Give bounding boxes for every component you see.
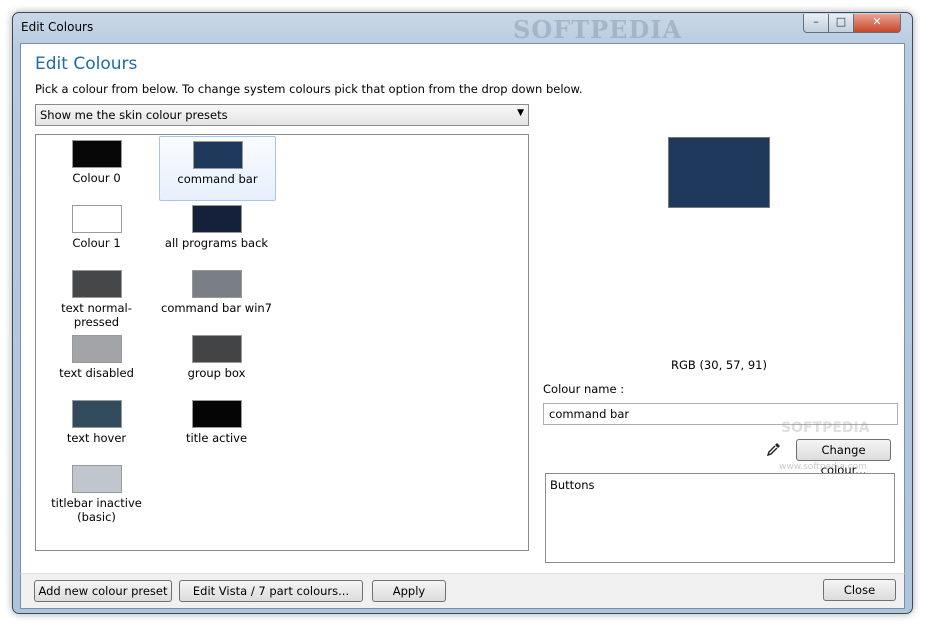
colour-preset-label: Colour 1 (72, 236, 121, 250)
colour-preset-item[interactable]: titlebar inactive (basic) (39, 461, 154, 524)
colour-presets-list: Colour 0 command bar Colour 1 all programs … (35, 134, 529, 551)
softpedia-url-watermark: www.softpedia.com (779, 462, 867, 472)
colour-preset-item[interactable]: group box (159, 331, 274, 394)
colour-preset-label: all programs back (164, 236, 269, 250)
rgb-value-text: RGB (30, 57, 91) (671, 358, 767, 372)
edit-colours-window: Edit Colours SOFTPEDIA – □ ✕ Edit Colour… (12, 12, 913, 614)
colour-swatch (71, 140, 122, 168)
change-colour-button[interactable]: Change colour... (796, 439, 891, 477)
page-title: Edit Colours (35, 54, 138, 74)
colour-name-label: Colour name : (543, 382, 625, 396)
colour-swatch (191, 205, 242, 233)
colour-preset-item[interactable]: title active (159, 396, 274, 459)
title-bar[interactable]: Edit Colours SOFTPEDIA – □ ✕ (13, 13, 912, 44)
colour-preset-item[interactable]: text disabled (39, 331, 154, 394)
window-title: Edit Colours (21, 20, 94, 34)
colour-preset-label: text disabled (59, 366, 134, 380)
colour-preset-label: Colour 0 (72, 171, 121, 185)
colour-swatch (71, 465, 122, 493)
colour-preset-item[interactable]: text hover (39, 396, 154, 459)
colour-swatch (71, 400, 122, 428)
colour-preview-swatch (668, 137, 770, 208)
colour-source-dropdown[interactable]: Show me the skin colour presets ▼ (35, 104, 529, 126)
colour-preset-label: text hover (66, 431, 127, 445)
colour-swatch (191, 270, 242, 298)
edit-vista-colours-button[interactable]: Edit Vista / 7 part colours... (179, 580, 363, 602)
colour-preset-label: title active (185, 431, 248, 445)
colour-preset-label: titlebar inactive (basic) (51, 496, 142, 524)
colour-usage-text: Buttons (550, 478, 595, 492)
add-colour-preset-button[interactable]: Add new colour preset (34, 580, 172, 602)
instructions-text: Pick a colour from below. To change syst… (35, 82, 583, 96)
colour-swatch (71, 205, 122, 233)
colour-preset-item[interactable]: all programs back (159, 201, 274, 264)
eyedropper-icon[interactable] (766, 441, 782, 457)
dialog-body: Edit Colours Pick a colour from below. T… (20, 43, 905, 575)
colour-preset-label: group box (187, 366, 246, 380)
maximize-button[interactable]: □ (828, 14, 854, 33)
softpedia-watermark: SOFTPEDIA (513, 15, 683, 44)
colour-swatch (191, 335, 242, 363)
minimize-button[interactable]: – (803, 14, 829, 33)
colour-swatch (191, 400, 242, 428)
colour-preset-item[interactable]: Colour 1 (39, 201, 154, 264)
colour-preset-item[interactable]: Colour 0 (39, 136, 154, 199)
colour-swatch (71, 335, 122, 363)
dialog-footer: Add new colour preset Edit Vista / 7 par… (20, 573, 905, 609)
apply-button[interactable]: Apply (372, 580, 446, 602)
close-button[interactable]: Close (823, 579, 896, 601)
colour-preset-item[interactable]: command bar win7 (159, 266, 274, 329)
chevron-down-icon: ▼ (517, 108, 524, 118)
colour-swatch (192, 141, 243, 169)
colour-usage-textarea[interactable]: Buttons (545, 473, 895, 563)
colour-preset-item[interactable]: text normal-pressed (39, 266, 154, 329)
colour-preset-label: text normal-pressed (61, 301, 132, 329)
colour-preset-item[interactable]: command bar (159, 136, 276, 201)
colour-preset-label: command bar (177, 172, 258, 186)
colour-preset-label: command bar win7 (161, 301, 272, 315)
colour-swatch (71, 270, 122, 298)
softpedia-watermark-small: SOFTPEDIA (781, 420, 870, 436)
close-window-button[interactable]: ✕ (853, 14, 901, 33)
dropdown-selected-value: Show me the skin colour presets (40, 108, 228, 122)
